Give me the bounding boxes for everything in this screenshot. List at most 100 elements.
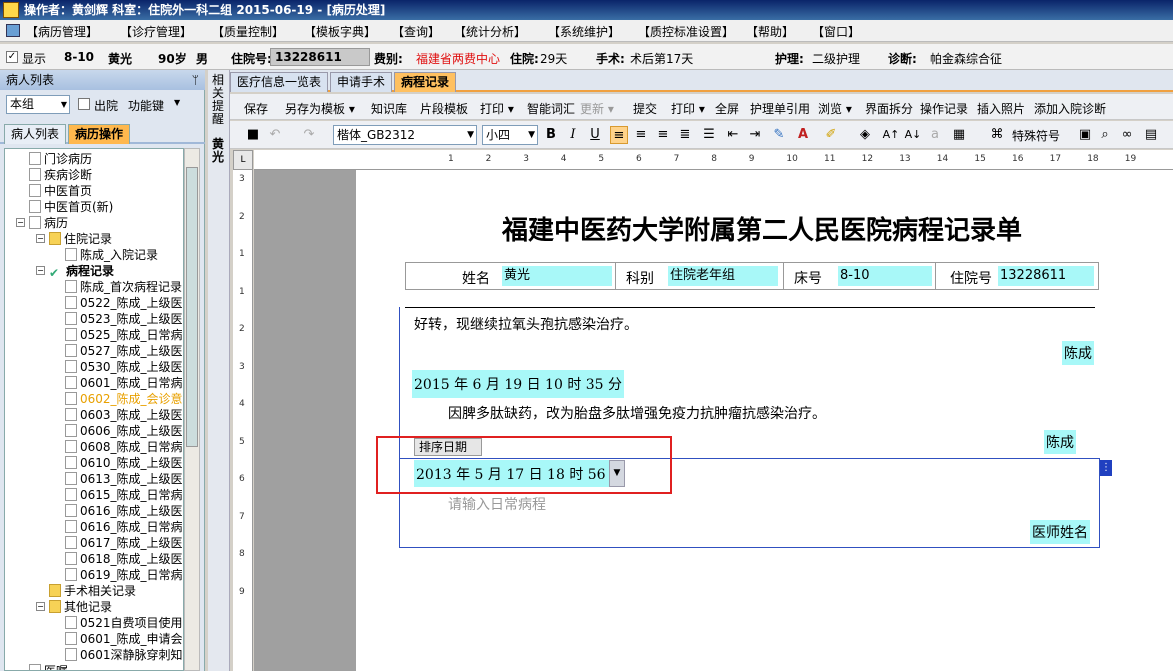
indent-icon[interactable]: ⇤ bbox=[724, 126, 742, 144]
font-color-icon[interactable]: A bbox=[794, 126, 812, 144]
expand-toggle[interactable]: − bbox=[36, 602, 45, 611]
special-symbol-button[interactable]: 特殊符号 bbox=[1012, 127, 1060, 144]
tree-item[interactable]: 陈成_入院记录 bbox=[65, 247, 158, 263]
print-button-2[interactable]: 打印 ▾ bbox=[671, 100, 705, 117]
italic-icon[interactable]: I bbox=[564, 126, 582, 144]
print-button[interactable]: 打印 ▾ bbox=[480, 100, 514, 117]
add-admission-diagnosis-button[interactable]: 添加入院诊断 bbox=[1034, 100, 1106, 117]
tab-apply-surgery[interactable]: 申请手术 bbox=[330, 72, 393, 92]
insert-icon[interactable]: ▣ bbox=[1076, 126, 1094, 144]
underline-icon[interactable]: U bbox=[586, 126, 604, 144]
tree-item[interactable]: 0525_陈成_日常病 bbox=[65, 327, 183, 343]
side-tab-reminders[interactable]: 相关提醒 bbox=[211, 74, 225, 126]
tree-item[interactable]: 0608_陈成_日常病 bbox=[65, 439, 183, 455]
inpatient-no-value[interactable]: 13228611 bbox=[998, 266, 1094, 286]
align-right-icon[interactable]: ≡ bbox=[654, 126, 672, 144]
record-placeholder[interactable]: 请输入日常病程 bbox=[448, 494, 546, 514]
tree-item[interactable]: 0522_陈成_上级医 bbox=[65, 295, 183, 311]
signature[interactable]: 陈成 bbox=[1044, 430, 1076, 454]
record-date[interactable]: 2015 年 6 月 19 日 10 时 35 分 bbox=[412, 370, 625, 398]
search-icon[interactable]: ⌕ bbox=[1096, 126, 1114, 144]
dept-value[interactable]: 住院老年组 bbox=[668, 266, 778, 286]
font-size-select[interactable]: 小四 ▼ bbox=[482, 125, 538, 145]
show-checkbox[interactable]: ✓ bbox=[6, 51, 18, 63]
signature[interactable]: 陈成 bbox=[1062, 341, 1094, 365]
update-button[interactable]: 更新 ▾ bbox=[580, 100, 614, 117]
font-select[interactable]: 楷体_GB2312 ▼ bbox=[333, 125, 477, 145]
menu-query[interactable]: 【查询】 bbox=[392, 23, 440, 40]
tree-item[interactable]: 病历 bbox=[29, 215, 68, 231]
tree-item[interactable]: 0601_陈成_申请会 bbox=[65, 631, 183, 647]
tree-item[interactable]: 手术相关记录 bbox=[49, 583, 136, 599]
menu-system-maintenance[interactable]: 【系统维护】 bbox=[548, 23, 620, 40]
smart-vocabulary-button[interactable]: 智能词汇 bbox=[527, 100, 575, 117]
name-value[interactable]: 黄光 bbox=[502, 266, 612, 286]
tree-item[interactable]: 中医首页(新) bbox=[29, 199, 113, 215]
function-key-button[interactable]: 功能键 bbox=[128, 97, 164, 114]
tree-scrollbar[interactable] bbox=[184, 148, 200, 671]
save-button[interactable]: 保存 bbox=[244, 100, 268, 117]
tree-item[interactable]: 0613_陈成_上级医 bbox=[65, 471, 183, 487]
tree-item[interactable]: 0527_陈成_上级医 bbox=[65, 343, 183, 359]
tree-item[interactable]: 0530_陈成_上级医 bbox=[65, 359, 183, 375]
menu-qc-standards[interactable]: 【质控标准设置】 bbox=[638, 23, 734, 40]
tree-item[interactable]: 其他记录 bbox=[49, 599, 112, 615]
tab-record-operations[interactable]: 病历操作 bbox=[68, 124, 131, 144]
side-tab-patient[interactable]: 黄光 bbox=[211, 138, 225, 164]
tree-item[interactable]: 0616_陈成_日常病 bbox=[65, 519, 183, 535]
clear-format-icon[interactable]: a bbox=[926, 126, 944, 144]
highlight-icon[interactable]: ✐ bbox=[822, 126, 840, 144]
menu-statistics[interactable]: 【统计分析】 bbox=[454, 23, 526, 40]
tab-patient-list[interactable]: 病人列表 bbox=[4, 124, 67, 144]
tree-item[interactable]: 0617_陈成_上级医 bbox=[65, 535, 183, 551]
tree-item[interactable]: 0618_陈成_上级医 bbox=[65, 551, 183, 567]
format-painter-icon[interactable]: ✎ bbox=[770, 126, 788, 144]
tree-item[interactable]: 0615_陈成_日常病 bbox=[65, 487, 183, 503]
nursing-reference-button[interactable]: 护理单引用 bbox=[750, 100, 810, 117]
bed-value[interactable]: 8-10 bbox=[838, 266, 932, 286]
redo-icon[interactable]: ↷ bbox=[300, 126, 318, 144]
discharged-checkbox[interactable] bbox=[78, 98, 90, 110]
tree-item[interactable]: 门诊病历 bbox=[29, 151, 92, 167]
justify-icon[interactable]: ≣ bbox=[676, 126, 694, 144]
tree-item[interactable]: 0521自费项目使用 bbox=[65, 615, 183, 631]
tree-item[interactable]: 0606_陈成_上级医 bbox=[65, 423, 183, 439]
expand-toggle[interactable]: − bbox=[36, 234, 45, 243]
tree-item[interactable]: 疾病诊断 bbox=[29, 167, 92, 183]
outdent-icon[interactable]: ⇥ bbox=[746, 126, 764, 144]
ruler-corner[interactable]: L bbox=[233, 150, 253, 170]
tree-item[interactable]: 0603_陈成_上级医 bbox=[65, 407, 183, 423]
align-center-icon[interactable]: ≡ bbox=[632, 126, 650, 144]
group-select[interactable]: 本组 ▼ bbox=[6, 95, 70, 114]
menu-app-icon[interactable] bbox=[6, 24, 20, 37]
tree-item[interactable]: 0619_陈成_日常病 bbox=[65, 567, 183, 583]
menu-record-management[interactable]: 【病历管理】 bbox=[26, 23, 98, 40]
menu-window[interactable]: 【窗口】 bbox=[812, 23, 860, 40]
record-text-line[interactable]: 因脾多肽缺药，改为胎盘多肽增强免疫力抗肿瘤抗感染治疗。 bbox=[448, 403, 826, 423]
save-as-template-button[interactable]: 另存为模板 ▾ bbox=[285, 100, 355, 117]
submit-button[interactable]: 提交 bbox=[633, 100, 657, 117]
tree-item[interactable]: 0601_陈成_日常病 bbox=[65, 375, 183, 391]
list-icon[interactable]: ☰ bbox=[700, 126, 718, 144]
tab-progress-notes[interactable]: 病程记录 bbox=[394, 72, 457, 92]
menu-template-dictionary[interactable]: 【模板字典】 bbox=[304, 23, 376, 40]
undo-icon[interactable]: ↶ bbox=[266, 126, 284, 144]
tree-item[interactable]: 0616_陈成_上级医 bbox=[65, 503, 183, 519]
tree-item[interactable]: 0601深静脉穿刺知 bbox=[65, 647, 183, 663]
expand-toggle[interactable]: − bbox=[16, 218, 25, 227]
split-view-button[interactable]: 界面拆分 bbox=[865, 100, 913, 117]
insert-photo-button[interactable]: 插入照片 bbox=[977, 100, 1025, 117]
bold-icon[interactable]: B bbox=[542, 126, 560, 144]
table-icon[interactable]: ▦ bbox=[950, 126, 968, 144]
operation-log-button[interactable]: 操作记录 bbox=[920, 100, 968, 117]
tree-item[interactable]: 0602_陈成_会诊意 bbox=[65, 391, 183, 407]
tree-item[interactable]: 0523_陈成_上级医 bbox=[65, 311, 183, 327]
tree-item[interactable]: 0610_陈成_上级医 bbox=[65, 455, 183, 471]
shrink-font-icon[interactable]: A↓ bbox=[904, 126, 922, 144]
scroll-thumb[interactable] bbox=[186, 167, 198, 447]
fragment-template-button[interactable]: 片段模板 bbox=[420, 100, 468, 117]
pin-icon[interactable]: ᛘ bbox=[192, 70, 199, 90]
shading-icon[interactable]: ◈ bbox=[856, 126, 874, 144]
doctor-name-field[interactable]: 医师姓名 bbox=[1030, 520, 1090, 544]
menu-diagnosis-management[interactable]: 【诊疗管理】 bbox=[120, 23, 192, 40]
